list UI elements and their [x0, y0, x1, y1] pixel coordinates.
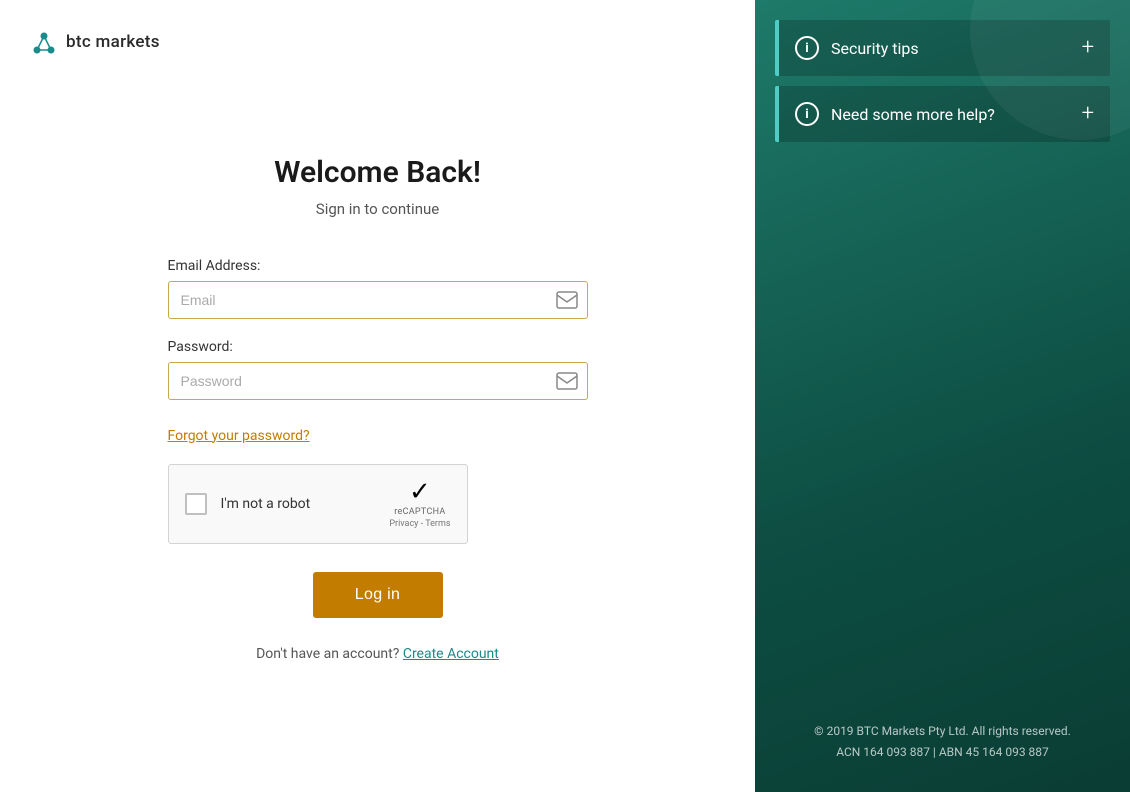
- email-input[interactable]: [168, 281, 588, 319]
- email-group: Email Address:: [168, 258, 588, 319]
- recaptcha-brand: reCAPTCHA: [394, 507, 445, 517]
- password-label: Password:: [168, 339, 588, 355]
- login-button[interactable]: Log in: [313, 572, 443, 618]
- password-input[interactable]: [168, 362, 588, 400]
- password-group: Password:: [168, 339, 588, 400]
- recaptcha-logo: ✓ reCAPTCHA Privacy - Terms: [389, 479, 450, 529]
- logo-text: btc markets: [66, 32, 160, 52]
- help-info-icon: i: [795, 102, 819, 126]
- no-account-label: Don't have an account?: [256, 646, 399, 662]
- welcome-title: Welcome Back!: [274, 155, 481, 190]
- recaptcha-logo-icon: ✓: [409, 479, 431, 505]
- password-input-wrapper: [168, 362, 588, 400]
- form-area: Welcome Back! Sign in to continue Email …: [0, 84, 755, 792]
- password-icon: [556, 372, 578, 390]
- email-label: Email Address:: [168, 258, 588, 274]
- right-footer: © 2019 BTC Markets Pty Ltd. All rights r…: [755, 721, 1130, 762]
- left-panel: btc markets Welcome Back! Sign in to con…: [0, 0, 755, 792]
- recaptcha-links: Privacy - Terms: [389, 519, 450, 529]
- forgot-password-link[interactable]: Forgot your password?: [168, 428, 588, 444]
- btc-markets-logo-icon: [30, 28, 58, 56]
- create-account-text: Don't have an account? Create Account: [256, 646, 499, 662]
- recaptcha-box[interactable]: I'm not a robot ✓ reCAPTCHA Privacy - Te…: [168, 464, 468, 544]
- footer-acn: ACN 164 093 887 | ABN 45 164 093 887: [755, 742, 1130, 762]
- logo-area: btc markets: [0, 0, 190, 84]
- footer-copyright: © 2019 BTC Markets Pty Ltd. All rights r…: [755, 721, 1130, 741]
- recaptcha-label: I'm not a robot: [221, 496, 376, 512]
- security-tips-info-icon: i: [795, 36, 819, 60]
- right-panel: i Security tips + i Need some more help?…: [755, 0, 1130, 792]
- recaptcha-checkbox[interactable]: [185, 493, 207, 515]
- email-icon: [556, 291, 578, 309]
- welcome-subtitle: Sign in to continue: [316, 200, 439, 218]
- recaptcha-area: I'm not a robot ✓ reCAPTCHA Privacy - Te…: [168, 464, 588, 544]
- create-account-link[interactable]: Create Account: [403, 646, 499, 662]
- email-input-wrapper: [168, 281, 588, 319]
